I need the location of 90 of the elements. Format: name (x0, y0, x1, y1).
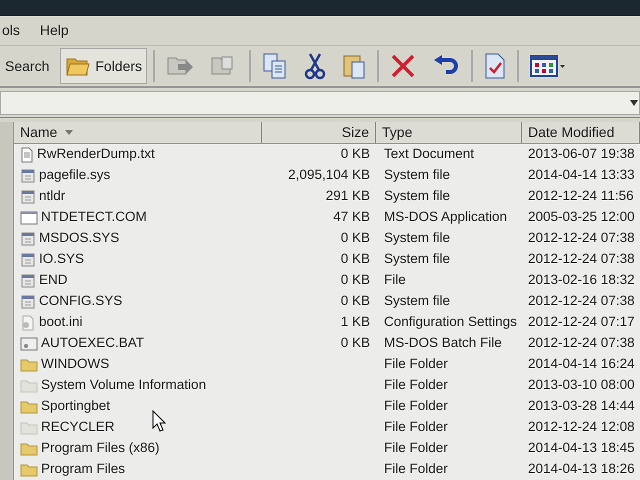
sort-arrow-icon (65, 130, 74, 135)
date-modified: 2012-12-24 07:38 (528, 251, 635, 266)
date-modified: 2013-03-28 14:44 (528, 398, 635, 414)
settings-file-icon (20, 314, 36, 330)
file-name[interactable]: AUTOEXEC.BAT (41, 333, 144, 354)
file-name[interactable]: Sportingbet (41, 396, 110, 417)
file-name[interactable]: RwRenderDump.txt (37, 144, 155, 165)
system-file-icon (20, 230, 36, 246)
file-type: File Folder (384, 377, 448, 392)
file-size: 1 KB (340, 313, 370, 332)
column-header[interactable]: Size (262, 122, 376, 143)
file-size: 0 KB (340, 229, 370, 248)
folder-icon (20, 400, 38, 414)
file-type: File Folder (384, 398, 448, 414)
system-file-icon (20, 168, 36, 184)
column-header[interactable]: Date Modified (522, 122, 640, 143)
file-type: File Folder (384, 356, 448, 372)
column-header[interactable]: Type (376, 122, 522, 143)
file-name[interactable]: System Volume Information (41, 375, 206, 396)
folder-icon (20, 358, 38, 372)
file-name[interactable]: Program Files (x86) (41, 438, 160, 459)
system-file-icon (20, 188, 36, 204)
date-modified: 2012-12-24 07:17 (528, 314, 635, 330)
file-name[interactable]: END (39, 270, 68, 291)
file-name[interactable]: MSDOS.SYS (39, 228, 120, 249)
file-size: 0 KB (340, 334, 370, 352)
copy-icon (262, 52, 288, 80)
scissors-icon (304, 52, 326, 80)
menu-item[interactable]: ols (0, 20, 22, 41)
file-name[interactable]: boot.ini (39, 312, 83, 333)
date-modified: 2013-02-16 18:32 (528, 272, 635, 288)
file-name[interactable]: NTDETECT.COM (41, 207, 147, 228)
date-modified: 2012-12-24 07:38 (528, 230, 635, 246)
menu-item[interactable]: Help (38, 20, 71, 41)
file-name[interactable]: WINDOWS (41, 354, 110, 375)
file-type: System file (384, 167, 450, 182)
column-header[interactable]: Name (14, 122, 262, 143)
text-file-icon (20, 146, 34, 162)
folder-icon (20, 462, 38, 476)
folder-icon (20, 442, 38, 456)
file-type: MS-DOS Application (384, 209, 508, 224)
window-file-icon (20, 210, 38, 226)
mouse-cursor-icon (152, 410, 166, 432)
file-type: File Folder (384, 461, 448, 476)
date-modified: 2014-04-14 16:24 (528, 356, 635, 372)
document-check-icon (484, 52, 506, 80)
file-size: 291 KB (326, 187, 370, 206)
date-modified: 2014-04-14 13:33 (528, 167, 635, 182)
file-size: 0 KB (340, 145, 370, 164)
file-type: File Folder (384, 440, 448, 456)
file-type: File Folder (384, 419, 448, 434)
file-type: System file (384, 230, 450, 246)
file-size: 2,095,104 KB (288, 166, 370, 184)
system-file-icon (20, 272, 36, 288)
file-name[interactable]: ntldr (39, 186, 66, 207)
file-type: Configuration Settings (384, 314, 517, 330)
date-modified: 2013-06-07 19:38 (528, 146, 635, 162)
date-modified: 2005-03-25 12:00 (528, 209, 635, 224)
address-field[interactable] (0, 90, 640, 114)
file-name[interactable]: Program Files (41, 459, 126, 480)
views-icon (530, 54, 566, 78)
file-size: 0 KB (340, 250, 370, 268)
date-modified: 2013-03-10 08:00 (528, 377, 635, 392)
file-type: File (384, 272, 406, 288)
dropdown-caret-icon (630, 100, 638, 106)
date-modified: 2014-04-13 18:26 (528, 461, 635, 476)
search-button[interactable]: Search (0, 48, 54, 84)
folders-button[interactable]: Folders (60, 48, 148, 84)
file-name[interactable]: RECYCLER (41, 417, 115, 438)
file-type: System file (384, 188, 450, 204)
date-modified: 2012-12-24 11:56 (528, 188, 634, 204)
date-modified: 2012-12-24 07:38 (528, 335, 635, 350)
file-size: 0 KB (340, 271, 370, 290)
date-modified: 2012-12-24 12:08 (528, 419, 635, 434)
file-type: System file (384, 251, 450, 266)
file-name[interactable]: CONFIG.SYS (39, 291, 122, 312)
system-file-icon (20, 252, 36, 268)
file-type: System file (384, 293, 450, 308)
delete-icon (390, 53, 416, 79)
date-modified: 2014-04-13 18:45 (528, 440, 635, 456)
folder-icon (20, 378, 38, 392)
file-name[interactable]: pagefile.sys (39, 165, 110, 186)
file-type: MS-DOS Batch File (384, 335, 502, 350)
file-size: 0 KB (340, 292, 370, 310)
file-type: Text Document (384, 146, 474, 162)
system-file-icon (20, 294, 36, 310)
date-modified: 2012-12-24 07:38 (528, 293, 635, 308)
folder-icon (20, 420, 38, 434)
file-name[interactable]: IO.SYS (39, 249, 84, 270)
file-size: 47 KB (333, 208, 370, 226)
